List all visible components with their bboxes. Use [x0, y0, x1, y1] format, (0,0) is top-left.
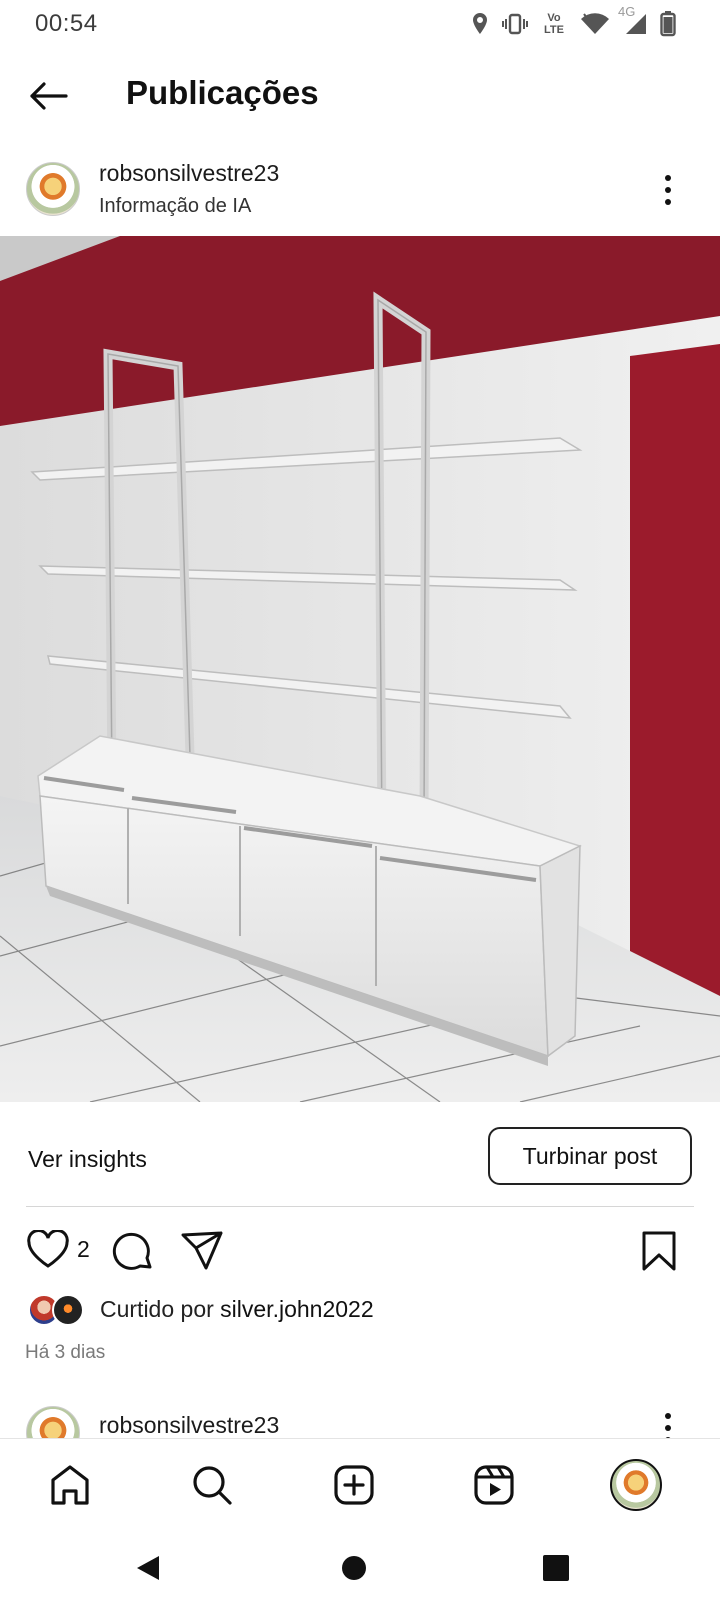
network-type: 4G [618, 4, 636, 19]
like-count[interactable]: 2 [77, 1236, 90, 1263]
next-post-avatar[interactable] [26, 1406, 80, 1438]
share-icon [181, 1231, 223, 1270]
divider [26, 1206, 694, 1207]
more-vertical-icon [665, 175, 671, 205]
create-icon [334, 1465, 374, 1505]
nav-profile[interactable] [604, 1453, 668, 1517]
home-icon [51, 1465, 89, 1505]
system-navigation-bar [0, 1534, 720, 1600]
like-button[interactable] [26, 1228, 70, 1275]
system-home-button[interactable] [330, 1548, 378, 1588]
reels-icon [474, 1465, 514, 1505]
post-header: robsonsilvestre23 Informação de IA [0, 150, 720, 234]
top-app-bar: Publicações [0, 60, 720, 132]
post-username[interactable]: robsonsilvestre23 [99, 160, 279, 187]
circle-home-icon [342, 1556, 366, 1580]
boost-post-button[interactable]: Turbinar post [488, 1127, 692, 1185]
lte-label: LTE [544, 24, 564, 36]
liked-by-prefix: Curtido por [100, 1296, 221, 1322]
nav-reels[interactable] [462, 1453, 526, 1517]
nav-search[interactable] [180, 1453, 244, 1517]
location-icon [473, 13, 487, 34]
post-actions: 2 [0, 1222, 720, 1278]
more-options-button[interactable] [656, 172, 680, 208]
triangle-back-icon [137, 1556, 159, 1580]
status-icons: Vo LTE 4G [470, 4, 676, 40]
vibrate-icon [502, 13, 528, 35]
volte-label: Vo [547, 12, 561, 24]
back-button[interactable] [26, 78, 70, 114]
more-vertical-icon [665, 1413, 671, 1438]
signal-cluster: 4G [618, 4, 648, 36]
liked-by-text: Curtido por silver.john2022 [100, 1296, 374, 1323]
post-timestamp: Há 3 dias [25, 1342, 106, 1363]
profile-avatar [610, 1459, 662, 1511]
nav-home[interactable] [38, 1453, 102, 1517]
shelving-photo [0, 236, 720, 1103]
system-recents-button[interactable] [532, 1548, 580, 1588]
share-button[interactable] [180, 1230, 224, 1277]
next-post-header: robsonsilvestre23 [0, 1404, 720, 1438]
insights-row: Ver insights Turbinar post [0, 1124, 720, 1196]
liker-avatar [52, 1294, 84, 1326]
bookmark-icon [642, 1231, 676, 1271]
wifi-icon [581, 13, 609, 35]
liked-by-row[interactable]: Curtido por silver.john2022 [0, 1290, 720, 1330]
nav-create[interactable] [322, 1453, 386, 1517]
bottom-navigation [0, 1438, 720, 1534]
battery-icon [660, 11, 676, 37]
comment-icon [112, 1232, 152, 1270]
status-time: 00:54 [35, 10, 98, 37]
heart-icon [27, 1228, 69, 1268]
save-button[interactable] [640, 1230, 678, 1277]
page-title: Publicações [126, 74, 319, 111]
post-image[interactable] [0, 236, 720, 1103]
post-ai-info[interactable]: Informação de IA [99, 195, 251, 218]
next-post-username[interactable]: robsonsilvestre23 [99, 1412, 279, 1438]
search-icon [193, 1466, 232, 1505]
system-back-button[interactable] [124, 1548, 172, 1588]
next-more-options-button[interactable] [656, 1412, 680, 1438]
post-avatar[interactable] [26, 162, 80, 216]
arrow-left-icon [30, 82, 68, 110]
liked-by-user[interactable]: silver.john2022 [220, 1296, 373, 1322]
square-recents-icon [543, 1555, 569, 1581]
status-bar: 00:54 Vo LTE 4G [0, 0, 720, 48]
view-insights-link[interactable]: Ver insights [28, 1146, 147, 1173]
volte-indicator: Vo LTE [540, 12, 568, 36]
comment-button[interactable] [112, 1230, 154, 1277]
